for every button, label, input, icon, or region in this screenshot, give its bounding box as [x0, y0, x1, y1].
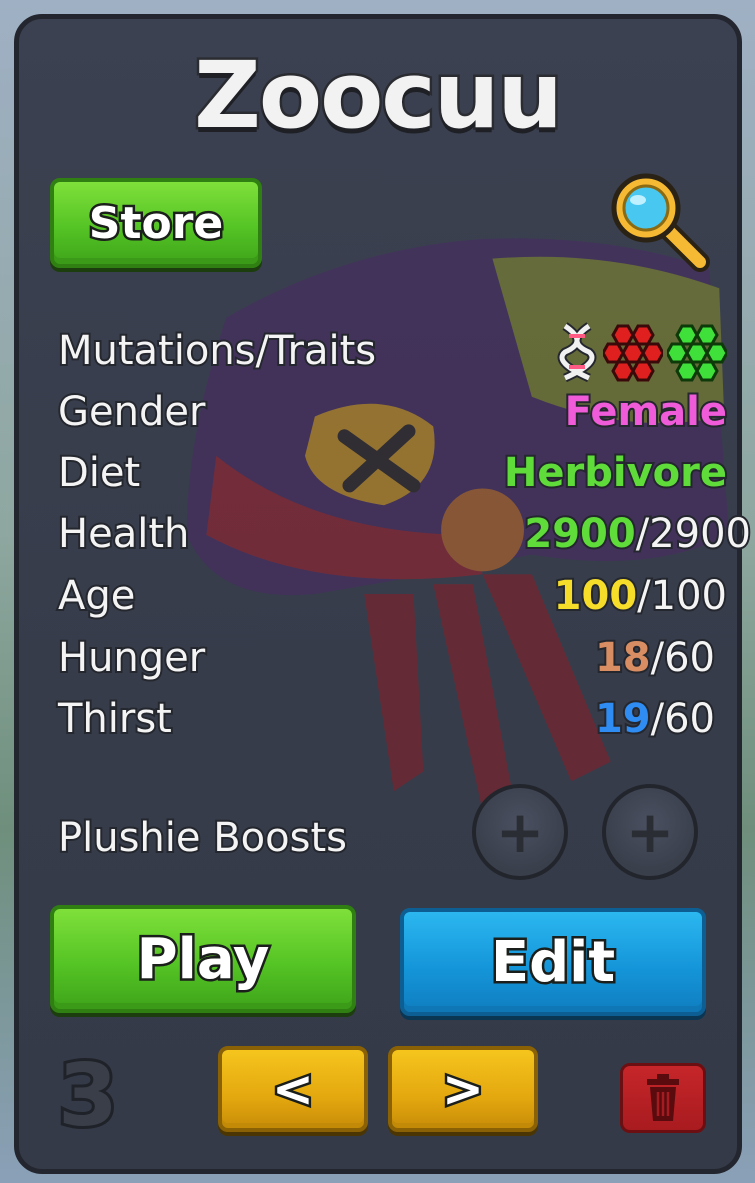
plus-icon: + — [625, 798, 675, 866]
health-separator: / — [634, 509, 652, 559]
plus-icon: + — [495, 798, 545, 866]
gender-label: Gender — [56, 387, 207, 437]
red-hexagon-cluster-icon[interactable] — [603, 322, 663, 382]
mutations-icons — [555, 322, 727, 382]
chevron-right-icon: > — [440, 1058, 487, 1121]
previous-button[interactable]: < — [218, 1046, 368, 1132]
health-max: 2900 — [647, 509, 753, 559]
hunger-value: 18/60 — [593, 633, 717, 683]
mutations-label: Mutations/Traits — [56, 326, 378, 376]
plushie-boosts-label: Plushie Boosts — [56, 813, 349, 863]
edit-button-label: Edit — [488, 927, 617, 997]
plushie-slot-1[interactable]: + — [472, 784, 568, 880]
hunger-separator: / — [649, 633, 667, 683]
health-label: Health — [56, 509, 191, 559]
hunger-max: 60 — [662, 633, 717, 683]
creature-name: Zoocuu — [192, 40, 566, 152]
play-button-label: Play — [134, 924, 272, 994]
trash-icon — [647, 1074, 679, 1121]
age-separator: / — [635, 571, 653, 621]
thirst-separator: / — [649, 694, 667, 744]
hunger-label: Hunger — [56, 633, 207, 683]
age-value: 100/100 — [552, 571, 729, 621]
age-current: 100 — [552, 571, 639, 621]
plushie-slot-2[interactable]: + — [602, 784, 698, 880]
store-button[interactable]: Store — [50, 178, 262, 268]
hunger-current: 18 — [593, 633, 653, 683]
thirst-value: 19/60 — [593, 694, 717, 744]
health-value: 2900/2900 — [522, 509, 753, 559]
edit-button[interactable]: Edit — [400, 908, 706, 1016]
next-button[interactable]: > — [388, 1046, 538, 1132]
page-number: 3 — [55, 1043, 121, 1149]
thirst-current: 19 — [593, 694, 653, 744]
store-button-label: Store — [86, 195, 225, 251]
age-label: Age — [56, 571, 137, 621]
chevron-left-icon: < — [270, 1058, 317, 1121]
age-max: 100 — [649, 571, 729, 621]
thirst-label: Thirst — [56, 694, 174, 744]
diet-value: Herbivore — [502, 448, 729, 498]
diet-label: Diet — [56, 448, 142, 498]
delete-button[interactable] — [620, 1063, 706, 1133]
gender-value: Female — [563, 387, 729, 437]
magnifier-icon[interactable] — [606, 170, 714, 274]
dna-icon[interactable] — [555, 322, 599, 382]
play-button[interactable]: Play — [50, 905, 356, 1013]
thirst-max: 60 — [662, 694, 717, 744]
health-current: 2900 — [522, 509, 637, 559]
green-hexagon-cluster-icon[interactable] — [667, 322, 727, 382]
